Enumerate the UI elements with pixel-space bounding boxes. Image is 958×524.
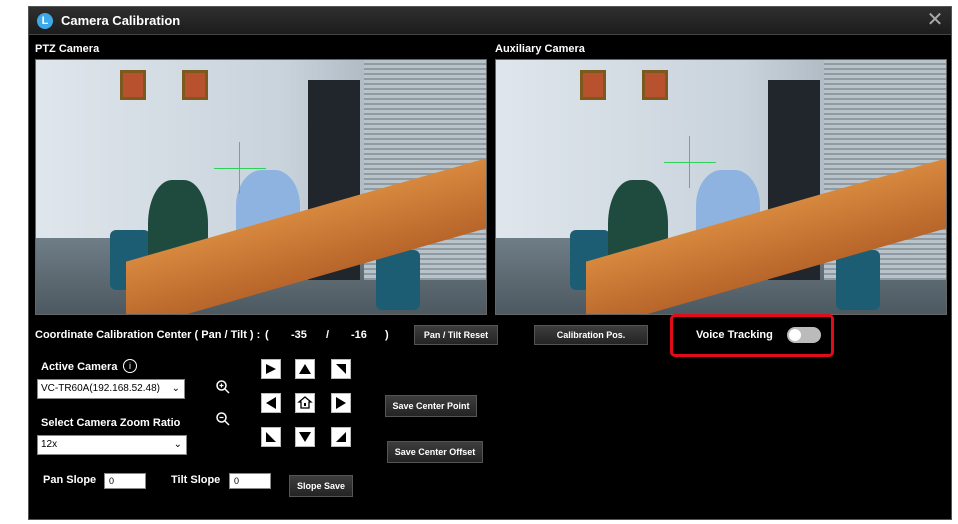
save-center-point-button[interactable]: Save Center Point (385, 395, 477, 417)
ptz-up-button[interactable] (295, 359, 315, 379)
wall-painting (580, 70, 606, 100)
separator: / (326, 329, 330, 341)
crosshair (689, 136, 690, 188)
close-button[interactable]: ✕ (925, 10, 945, 30)
arrow-right-icon (336, 397, 346, 409)
app-logo-icon: L (37, 13, 53, 29)
auxiliary-camera-label: Auxiliary Camera (495, 43, 585, 55)
zoom-out-icon[interactable] (215, 411, 231, 432)
info-icon[interactable]: i (123, 359, 137, 373)
ptz-camera-view[interactable] (35, 59, 487, 315)
tilt-slope-label: Tilt Slope (171, 474, 221, 486)
pan-value: -35 (291, 329, 307, 341)
chevron-down-icon: ⌄ (171, 383, 180, 394)
voice-tracking-highlight (670, 314, 834, 357)
title-bar: L Camera Calibration ✕ (29, 7, 951, 35)
zoom-ratio-select[interactable]: 12x ⌄ (37, 435, 187, 455)
calibration-center-label: Coordinate Calibration Center ( Pan / Ti… (35, 329, 261, 341)
arrow-down-left-icon (266, 432, 276, 442)
arrow-down-right-icon (336, 432, 346, 442)
arrow-down-icon (299, 432, 311, 442)
crosshair (214, 168, 266, 169)
active-camera-select[interactable]: VC-TR60A(192.168.52.48) ⌄ (37, 379, 185, 399)
ptz-home-button[interactable] (295, 393, 315, 413)
slope-save-button[interactable]: Slope Save (289, 475, 353, 497)
zoom-ratio-value: 12x (41, 439, 58, 450)
pan-slope-input[interactable]: 0 (104, 473, 146, 489)
pan-slope-label: Pan Slope (43, 474, 97, 486)
open-paren: ( (265, 329, 269, 341)
wall-painting (120, 70, 146, 100)
ptz-right-button[interactable] (331, 393, 351, 413)
ptz-down-left-button[interactable] (261, 427, 281, 447)
wall-painting (182, 70, 208, 100)
home-icon (297, 396, 313, 409)
zoom-in-icon[interactable] (215, 379, 231, 400)
camera-calibration-window: L Camera Calibration ✕ PTZ Camera Auxili… (28, 6, 952, 520)
save-center-offset-button[interactable]: Save Center Offset (387, 441, 483, 463)
chevron-down-icon: ⌄ (173, 439, 182, 450)
zoom-ratio-label: Select Camera Zoom Ratio (41, 417, 181, 429)
ptz-up-left-button[interactable] (261, 359, 281, 379)
arrow-up-left-icon (266, 364, 276, 374)
window-title: Camera Calibration (61, 13, 181, 28)
wall-painting (642, 70, 668, 100)
crosshair (664, 162, 716, 163)
crosshair (239, 142, 240, 194)
pan-tilt-reset-button[interactable]: Pan / Tilt Reset (414, 325, 498, 345)
ptz-camera-label: PTZ Camera (35, 43, 100, 55)
tilt-value: -16 (351, 329, 367, 341)
arrow-left-icon (266, 397, 276, 409)
ptz-down-button[interactable] (295, 427, 315, 447)
close-paren: ) (385, 329, 389, 341)
arrow-up-icon (299, 364, 311, 374)
chair (836, 250, 880, 310)
ptz-up-right-button[interactable] (331, 359, 351, 379)
tilt-slope-input[interactable]: 0 (229, 473, 271, 489)
active-camera-label: Active Camera (41, 361, 118, 373)
chair (376, 250, 420, 310)
auxiliary-camera-view[interactable] (495, 59, 947, 315)
ptz-left-button[interactable] (261, 393, 281, 413)
arrow-up-right-icon (336, 364, 346, 374)
active-camera-value: VC-TR60A(192.168.52.48) (41, 383, 160, 394)
calibration-pos-button[interactable]: Calibration Pos. (534, 325, 648, 345)
ptz-down-right-button[interactable] (331, 427, 351, 447)
